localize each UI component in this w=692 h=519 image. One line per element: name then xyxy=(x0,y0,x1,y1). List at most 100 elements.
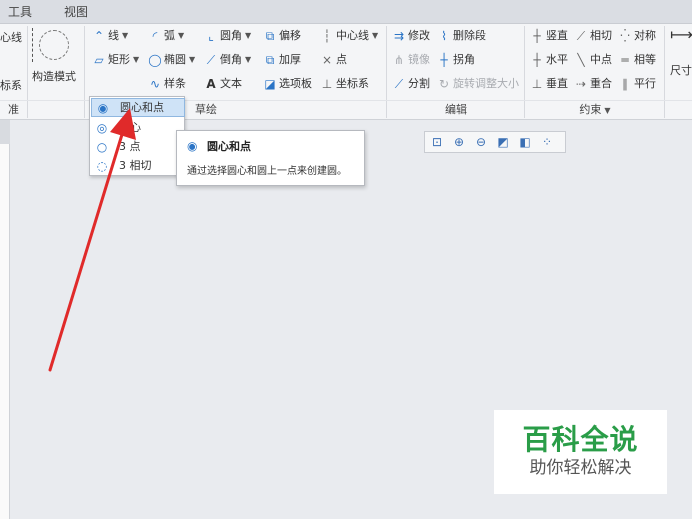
centerline-icon: ┆ xyxy=(323,29,331,43)
rectangle-label: 矩形 xyxy=(108,53,130,66)
chevron-down-icon[interactable]: ▼ xyxy=(372,26,378,46)
graphics-toolbar: ⊡ ⊕ ⊖ ◩ ◧ ⁘ xyxy=(424,131,566,153)
annotation-arrow-head xyxy=(110,108,136,140)
coord-system-button[interactable]: ⊥ 坐标系 xyxy=(320,74,369,94)
chevron-down-icon[interactable]: ▼ xyxy=(122,26,128,46)
modify-button[interactable]: ⇉ 修改 xyxy=(392,26,430,46)
group-label-constrain[interactable]: 约束 ▼ xyxy=(570,102,620,118)
rotate-resize-button[interactable]: ↻ 旋转调整大小 xyxy=(437,74,519,94)
watermark-logo: 百科全说 助你轻松解决 xyxy=(494,410,667,494)
chevron-down-icon[interactable]: ▼ xyxy=(245,50,251,70)
display-style-icon[interactable]: ◧ xyxy=(517,134,533,150)
rectangle-button[interactable]: ▱ 矩形 ▼ xyxy=(92,50,139,70)
dimension-button[interactable]: ⟼ 尺寸 xyxy=(670,25,692,88)
ellipse-label: 椭圆 xyxy=(164,53,186,66)
tooltip-title-text: 圆心和点 xyxy=(207,140,251,153)
delete-segment-button[interactable]: ⌇ 删除段 xyxy=(437,26,486,46)
fillet-icon: ⌞ xyxy=(208,29,214,43)
point-button[interactable]: × 点 xyxy=(320,50,347,70)
equal-label: 相等 xyxy=(634,53,656,66)
offset-button[interactable]: ⧉ 偏移 xyxy=(263,26,301,46)
perpendicular-label: 垂直 xyxy=(546,77,568,90)
modify-label: 修改 xyxy=(408,29,430,42)
coord-system-label: 坐标系 xyxy=(336,77,369,90)
tangent-icon: ⟋ xyxy=(576,29,586,43)
text-button[interactable]: A 文本 xyxy=(204,74,242,94)
vertical-button[interactable]: ┼ 竖直 xyxy=(530,26,568,46)
divide-button[interactable]: ⟋ 分割 xyxy=(392,74,430,94)
thicken-icon: ⧉ xyxy=(265,53,275,67)
coincident-button[interactable]: ⇢ 重合 xyxy=(574,74,612,94)
coord-partial-label: 标系 xyxy=(0,79,22,92)
dimension-label: 尺寸 xyxy=(670,64,692,77)
mirror-button[interactable]: ⋔ 镜像 xyxy=(392,50,430,70)
annotation-arrow-shaft xyxy=(48,126,126,372)
palette-icon: ◪ xyxy=(264,77,276,91)
center-point-circle-icon: ◉ xyxy=(187,139,198,153)
perpendicular-button[interactable]: ⊥ 垂直 xyxy=(530,74,568,94)
text-label: 文本 xyxy=(220,77,242,90)
midpoint-button[interactable]: ╲ 中点 xyxy=(574,50,612,70)
tooltip-title: ◉ 圆心和点 xyxy=(187,138,354,154)
refit-icon[interactable]: ⊡ xyxy=(429,134,445,150)
left-panel-edge xyxy=(0,120,10,519)
chevron-down-icon: ▼ xyxy=(604,106,611,115)
symmetric-label: 对称 xyxy=(634,29,656,42)
tooltip-description: 通过选择圆心和圆上一点来创建圆。 xyxy=(187,166,347,177)
dimension-icon: ⟼ xyxy=(670,25,692,44)
offset-label: 偏移 xyxy=(279,29,301,42)
panel-header-block xyxy=(0,120,10,144)
chevron-down-icon[interactable]: ▼ xyxy=(133,50,139,70)
spline-button[interactable]: ∿ 样条 xyxy=(148,74,186,94)
midpoint-label: 中点 xyxy=(590,53,612,66)
chevron-down-icon[interactable]: ▼ xyxy=(178,26,184,46)
centerline-partial-button[interactable]: 心线 xyxy=(0,28,22,48)
palette-label: 选项板 xyxy=(279,77,312,90)
perpendicular-icon: ⊥ xyxy=(531,77,543,91)
symmetric-icon: ⁛ xyxy=(620,29,630,43)
midpoint-icon: ╲ xyxy=(577,53,585,67)
corner-button[interactable]: ┼ 拐角 xyxy=(437,50,475,70)
coincident-label: 重合 xyxy=(590,77,612,90)
vertical-label: 竖直 xyxy=(546,29,568,42)
tab-view[interactable]: 视图 xyxy=(56,3,96,24)
ellipse-button[interactable]: ◯ 椭圆 ▼ xyxy=(148,50,195,70)
parallel-button[interactable]: ∥ 平行 xyxy=(618,74,656,94)
construct-mode-button[interactable]: 构造模式 xyxy=(30,28,78,98)
tangent-button[interactable]: ⟋ 相切 xyxy=(574,26,612,46)
divide-label: 分割 xyxy=(408,77,430,90)
vertical-icon: ┼ xyxy=(533,29,541,43)
spline-icon: ∿ xyxy=(149,77,161,91)
construct-mode-label: 构造模式 xyxy=(32,70,76,83)
symmetric-button[interactable]: ⁛ 对称 xyxy=(618,26,656,46)
equal-button[interactable]: ═ 相等 xyxy=(618,50,656,70)
ellipse-icon: ◯ xyxy=(148,53,162,67)
chevron-down-icon[interactable]: ▼ xyxy=(245,26,251,46)
sketch-display-icon[interactable]: ⁘ xyxy=(539,134,555,150)
tangent-label: 相切 xyxy=(590,29,612,42)
mirror-label: 镜像 xyxy=(408,53,430,66)
zoom-in-icon[interactable]: ⊕ xyxy=(451,134,467,150)
group-label-edit: 编辑 xyxy=(445,103,467,116)
horizontal-button[interactable]: ┼ 水平 xyxy=(530,50,568,70)
palette-button[interactable]: ◪ 选项板 xyxy=(263,74,312,94)
arc-button[interactable]: ◜ 弧 ▼ xyxy=(148,26,184,46)
chamfer-button[interactable]: ⟋ 倒角 ▼ xyxy=(204,50,251,70)
chevron-down-icon[interactable]: ▼ xyxy=(189,50,195,70)
equal-icon: ═ xyxy=(621,53,629,67)
spline-label: 样条 xyxy=(164,77,186,90)
zoom-out-icon[interactable]: ⊖ xyxy=(473,134,489,150)
coord-partial-button[interactable]: 标系 xyxy=(0,76,22,96)
line-button[interactable]: ⌃ 线 ▼ xyxy=(92,26,128,46)
tab-tools[interactable]: 工具 xyxy=(0,3,40,24)
centerline-button[interactable]: ┆ 中心线 ▼ xyxy=(320,26,378,46)
offset-icon: ⧉ xyxy=(265,29,275,43)
repaint-icon[interactable]: ◩ xyxy=(495,134,511,150)
point-label: 点 xyxy=(336,53,347,66)
line-label: 线 xyxy=(108,29,119,42)
rectangle-icon: ▱ xyxy=(94,53,104,67)
centerline-partial-label: 心线 xyxy=(0,31,22,44)
thicken-button[interactable]: ⧉ 加厚 xyxy=(263,50,301,70)
fillet-button[interactable]: ⌞ 圆角 ▼ xyxy=(204,26,251,46)
coord-system-icon: ⊥ xyxy=(321,77,333,91)
